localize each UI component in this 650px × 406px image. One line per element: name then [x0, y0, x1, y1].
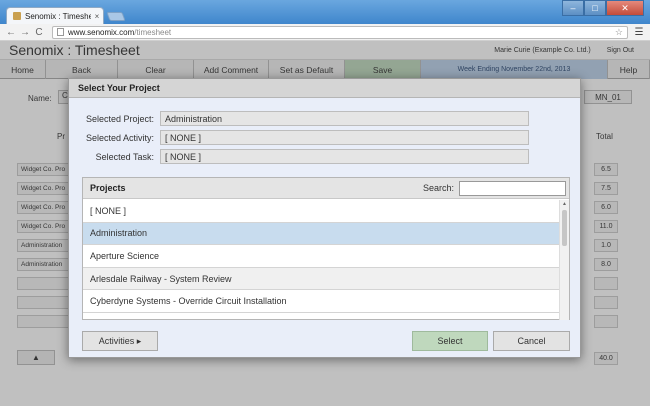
projects-scrollbar[interactable]: ▲	[559, 200, 569, 320]
page-icon	[57, 28, 64, 36]
selected-activity-row: Selected Activity: [ NONE ]	[69, 130, 529, 145]
select-button[interactable]: Select	[412, 331, 488, 351]
browser-tab[interactable]: Senomix : Timesheet ×	[6, 7, 104, 24]
search-input[interactable]	[459, 180, 566, 196]
selected-project-value: Administration	[160, 111, 529, 126]
url-path: /timesheet	[134, 27, 172, 37]
selected-task-label: Selected Task:	[95, 151, 154, 162]
selected-project-row: Selected Project: Administration	[69, 111, 529, 126]
cancel-button[interactable]: Cancel	[493, 331, 570, 351]
scroll-thumb[interactable]	[562, 210, 567, 246]
selected-task-row: Selected Task: [ NONE ]	[69, 149, 529, 164]
favicon-icon	[13, 12, 21, 20]
selected-activity-value: [ NONE ]	[160, 130, 529, 145]
back-arrow-icon[interactable]: ←	[4, 27, 18, 38]
dialog-title: Select Your Project	[69, 79, 580, 98]
window-controls: – □ ✕	[562, 0, 644, 16]
search-label: Search:	[422, 183, 454, 193]
browser-titlebar: Senomix : Timesheet × – □ ✕	[0, 0, 650, 24]
list-item[interactable]: Cyberdyne Systems - Override Circuit Ins…	[83, 290, 560, 313]
bookmark-star-icon[interactable]: ☆	[615, 27, 623, 38]
url-host: www.senomix.com	[68, 27, 135, 37]
minimize-button[interactable]: –	[562, 0, 584, 16]
projects-title: Projects	[90, 183, 126, 193]
selected-activity-label: Selected Activity:	[85, 132, 154, 143]
forward-arrow-icon[interactable]: →	[18, 27, 32, 38]
list-item[interactable]: Arlesdale Railway - System Review	[83, 267, 560, 291]
browser-menu-icon[interactable]: ☰	[632, 27, 646, 38]
browser-toolbar: ← → C www.senomix.com/timesheet ☆ ☰	[0, 24, 650, 41]
scroll-up-arrow-icon[interactable]: ▲	[560, 200, 569, 208]
select-project-dialog: Select Your Project Selected Project: Ad…	[68, 78, 581, 358]
selected-task-value: [ NONE ]	[160, 149, 529, 164]
new-tab-button[interactable]	[106, 12, 126, 21]
tab-title: Senomix : Timesheet	[25, 11, 91, 21]
projects-panel: Projects Search: [ NONE ] Administration…	[82, 177, 570, 320]
list-item[interactable]: [ NONE ]	[83, 200, 560, 223]
projects-header: Projects Search:	[83, 178, 569, 199]
close-window-button[interactable]: ✕	[606, 0, 644, 16]
maximize-button[interactable]: □	[584, 0, 606, 16]
selected-project-label: Selected Project:	[85, 113, 154, 124]
address-bar[interactable]: www.senomix.com/timesheet ☆	[52, 25, 628, 39]
projects-list: [ NONE ] Administration Aperture Science…	[83, 200, 560, 320]
list-item[interactable]: Aperture Science	[83, 245, 560, 268]
reload-icon[interactable]: C	[32, 27, 46, 38]
tab-close-icon[interactable]: ×	[91, 12, 103, 21]
list-item[interactable]: Administration	[83, 222, 560, 246]
activities-button[interactable]: Activities ▸	[82, 331, 158, 351]
